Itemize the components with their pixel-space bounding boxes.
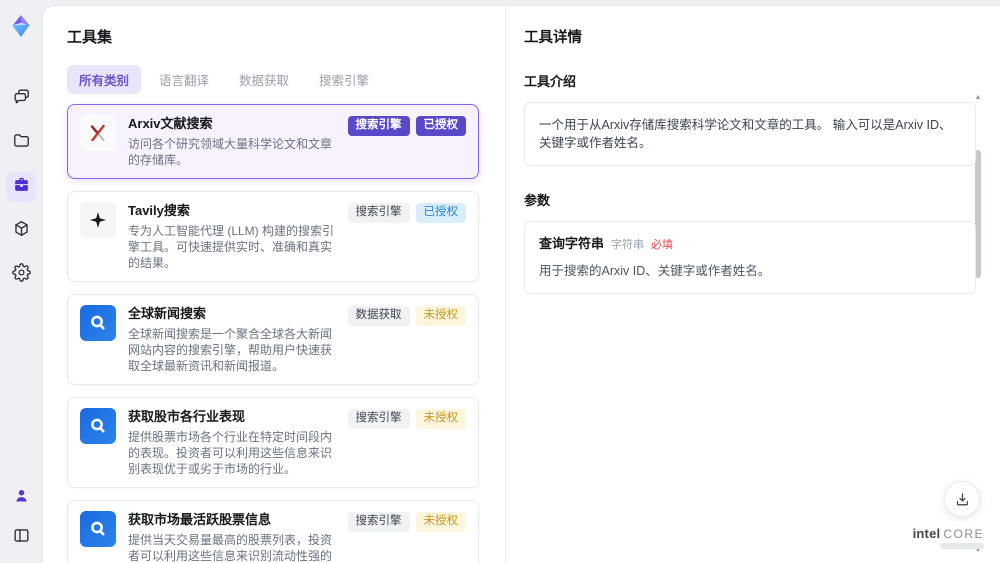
tab-3[interactable]: 搜索引擎: [307, 65, 381, 94]
tab-2[interactable]: 数据获取: [227, 65, 301, 94]
tool-name: 获取市场最活跃股票信息: [128, 512, 272, 527]
params-heading: 参数: [524, 193, 551, 208]
tool-description: 全球新闻搜索是一个聚合全球各大新闻网站内容的搜索引擎，帮助用户快速获取全球最新资…: [128, 327, 333, 373]
cube-icon: [12, 219, 31, 243]
core-wordmark: CORE: [943, 527, 984, 541]
auth-badge: 未授权: [415, 409, 466, 429]
category-badge: 搜索引擎: [347, 409, 410, 429]
gear-icon: [11, 263, 31, 287]
tool-list: Arxiv文献搜索 访问各个研究领域大量科学论文和文章的存储库。 搜索引擎 已授权 Ta…: [67, 104, 479, 563]
sparkle-icon: [80, 202, 116, 238]
tool-card-0[interactable]: Arxiv文献搜索访问各个研究领域大量科学论文和文章的存储库。 搜索引擎 已授权: [67, 104, 479, 179]
tool-card-1[interactable]: Tavily搜索专为人工智能代理 (LLM) 构建的搜索引擎工具。可快速提供实时…: [67, 191, 479, 282]
tool-name: Arxiv文献搜索: [128, 116, 213, 131]
intel-core-logo: intel CORE: [913, 527, 984, 549]
param-box: 查询字符串 字符串 必填 用于搜索的Arxiv ID、关键字或作者姓名。: [524, 221, 976, 294]
tool-description: 访问各个研究领域大量科学论文和文章的存储库。: [128, 137, 333, 167]
tool-name: 获取股市各行业表现: [128, 409, 246, 424]
intel-sub-brand: [940, 543, 984, 549]
tools-panel: 工具集 所有类别 语言翻译 数据获取 搜索引擎 Arxiv文献搜索 访问各个研究领域大量…: [43, 6, 505, 563]
folder-icon: [12, 131, 31, 155]
search-blue-icon: [80, 408, 116, 444]
download-icon: [956, 492, 968, 505]
tool-name: Tavily搜索: [128, 203, 190, 218]
search-blue-icon: [80, 511, 116, 547]
auth-badge: 未授权: [415, 306, 466, 326]
details-title: 工具详情: [524, 30, 582, 46]
category-badge: 搜索引擎: [347, 203, 410, 223]
intel-wordmark: intel: [912, 526, 941, 541]
download-button[interactable]: [944, 481, 980, 517]
param-name: 查询字符串: [539, 236, 605, 251]
auth-badge: 未授权: [415, 512, 466, 532]
intro-text: 一个用于从Arxiv存储库搜索科学论文和文章的工具。 输入可以是Arxiv ID…: [524, 102, 976, 166]
tool-description: 专为人工智能代理 (LLM) 构建的搜索引擎工具。可快速提供实时、准确和真实的结…: [128, 224, 335, 270]
auth-badge: 已授权: [415, 116, 466, 136]
tab-0[interactable]: 所有类别: [67, 65, 142, 94]
param-description: 用于搜索的Arxiv ID、关键字或作者姓名。: [539, 264, 771, 278]
app-logo-icon[interactable]: [6, 12, 36, 42]
category-tabs: 所有类别 语言翻译 数据获取 搜索引擎: [67, 65, 505, 94]
tool-description: 提供当天交易量最高的股票列表，投资者可以利用这些信息来识别流动性强的股票和潜在的…: [128, 533, 333, 563]
sidebar-item-settings[interactable]: [6, 260, 36, 290]
sidebar-item-chat[interactable]: [6, 84, 36, 114]
tool-description: 提供股票市场各个行业在特定时间段内的表现。投资者可以利用这些信息来识别表现优于或…: [128, 430, 333, 476]
sidebar-item-user[interactable]: [6, 483, 36, 513]
param-type: 字符串: [611, 239, 645, 251]
sidebar-item-folder[interactable]: [6, 128, 36, 158]
main-panel: 工具集 所有类别 语言翻译 数据获取 搜索引擎 Arxiv文献搜索 访问各个研究领域大量…: [42, 5, 1000, 563]
auth-badge: 已授权: [415, 203, 466, 223]
tool-card-4[interactable]: 获取市场最活跃股票信息提供当天交易量最高的股票列表，投资者可以利用这些信息来识别…: [67, 500, 479, 563]
tool-card-3[interactable]: 获取股市各行业表现提供股票市场各个行业在特定时间段内的表现。投资者可以利用这些信…: [67, 397, 479, 488]
sidebar-item-panel-toggle[interactable]: [6, 523, 36, 553]
intro-heading: 工具介绍: [524, 74, 577, 89]
param-required-badge: 必填: [651, 239, 674, 251]
category-badge: 搜索引擎: [347, 116, 410, 136]
tab-1[interactable]: 语言翻译: [147, 65, 221, 94]
tools-panel-title: 工具集: [67, 29, 113, 46]
left-rail: [0, 0, 42, 563]
chat-icon: [12, 87, 31, 111]
panel-toggle-icon: [12, 526, 31, 550]
search-blue-icon: [80, 305, 116, 341]
category-badge: 搜索引擎: [347, 512, 410, 532]
user-icon: [12, 486, 31, 510]
sidebar-item-toolbox[interactable]: [6, 172, 36, 202]
toolbox-icon: [12, 175, 31, 199]
sidebar-item-cube[interactable]: [6, 216, 36, 246]
arxiv-icon: [80, 115, 116, 151]
tool-card-2[interactable]: 全球新闻搜索全球新闻搜索是一个聚合全球各大新闻网站内容的搜索引擎，帮助用户快速获…: [67, 294, 479, 385]
details-panel: 工具详情 工具介绍 一个用于从Arxiv存储库搜索科学论文和文章的工具。 输入可…: [505, 6, 1000, 563]
tool-name: 全球新闻搜索: [128, 306, 207, 321]
category-badge: 数据获取: [347, 306, 410, 326]
